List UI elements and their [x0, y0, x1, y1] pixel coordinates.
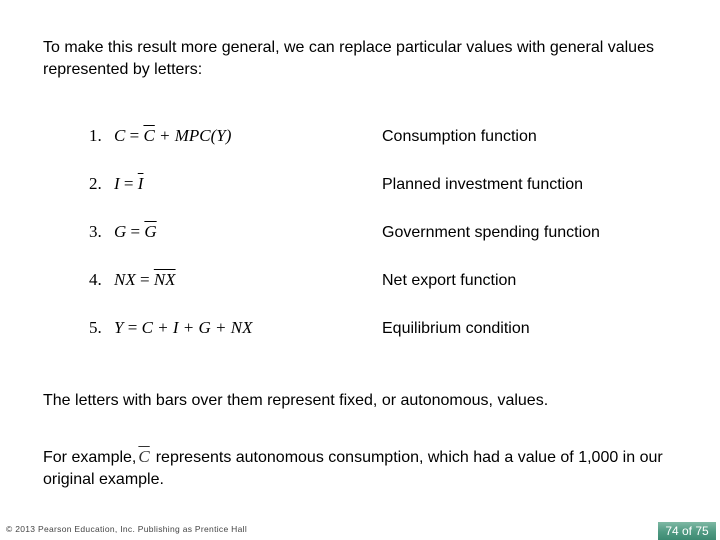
- equation-5: 5. Y = C + I + G + NX: [89, 318, 252, 338]
- equation-rhs-autonomous: NX: [153, 270, 176, 289]
- equation-2-description: Planned investment function: [382, 176, 584, 193]
- equation-4-description: Net export function: [382, 272, 517, 289]
- equation-rhs: C + I + G + NX: [141, 318, 253, 337]
- equation-number: 5.: [89, 318, 102, 337]
- note-bars: The letters with bars over them represen…: [43, 392, 549, 409]
- note-example: For example, Crepresents autonomous consu…: [43, 446, 683, 491]
- equation-number: 4.: [89, 270, 102, 289]
- equals-sign: =: [127, 318, 138, 337]
- equation-3-description: Government spending function: [382, 224, 600, 241]
- equation-lhs: C: [114, 126, 126, 145]
- equation-rhs: + MPC(Y): [159, 126, 232, 145]
- equation-1: 1. C = C + MPC(Y): [89, 126, 231, 146]
- autonomous-consumption-symbol: C: [138, 447, 150, 466]
- equation-lhs: G: [114, 222, 127, 241]
- equation-3: 3. G = G: [89, 222, 157, 242]
- copyright-footer: © 2013 Pearson Education, Inc. Publishin…: [6, 524, 248, 534]
- equals-sign: =: [130, 222, 141, 241]
- equation-5-description: Equilibrium condition: [382, 320, 530, 337]
- note-example-prefix: For example,: [43, 449, 137, 466]
- equation-rhs-autonomous: C: [143, 126, 155, 145]
- equation-number: 2.: [89, 174, 102, 193]
- equation-rhs-autonomous: I: [137, 174, 144, 193]
- equation-lhs: Y: [114, 318, 124, 337]
- equals-sign: =: [123, 174, 134, 193]
- equation-1-description: Consumption function: [382, 128, 537, 145]
- equation-number: 1.: [89, 126, 102, 145]
- equals-sign: =: [129, 126, 140, 145]
- equation-2: 2. I = I: [89, 174, 143, 194]
- equation-rhs-autonomous: G: [144, 222, 157, 241]
- equation-number: 3.: [89, 222, 102, 241]
- equation-lhs: I: [114, 174, 120, 193]
- equation-lhs: NX: [114, 270, 136, 289]
- page-indicator: 74 of 75: [658, 522, 716, 540]
- equals-sign: =: [139, 270, 150, 289]
- equation-4: 4. NX = NX: [89, 270, 176, 290]
- intro-text: To make this result more general, we can…: [43, 39, 654, 78]
